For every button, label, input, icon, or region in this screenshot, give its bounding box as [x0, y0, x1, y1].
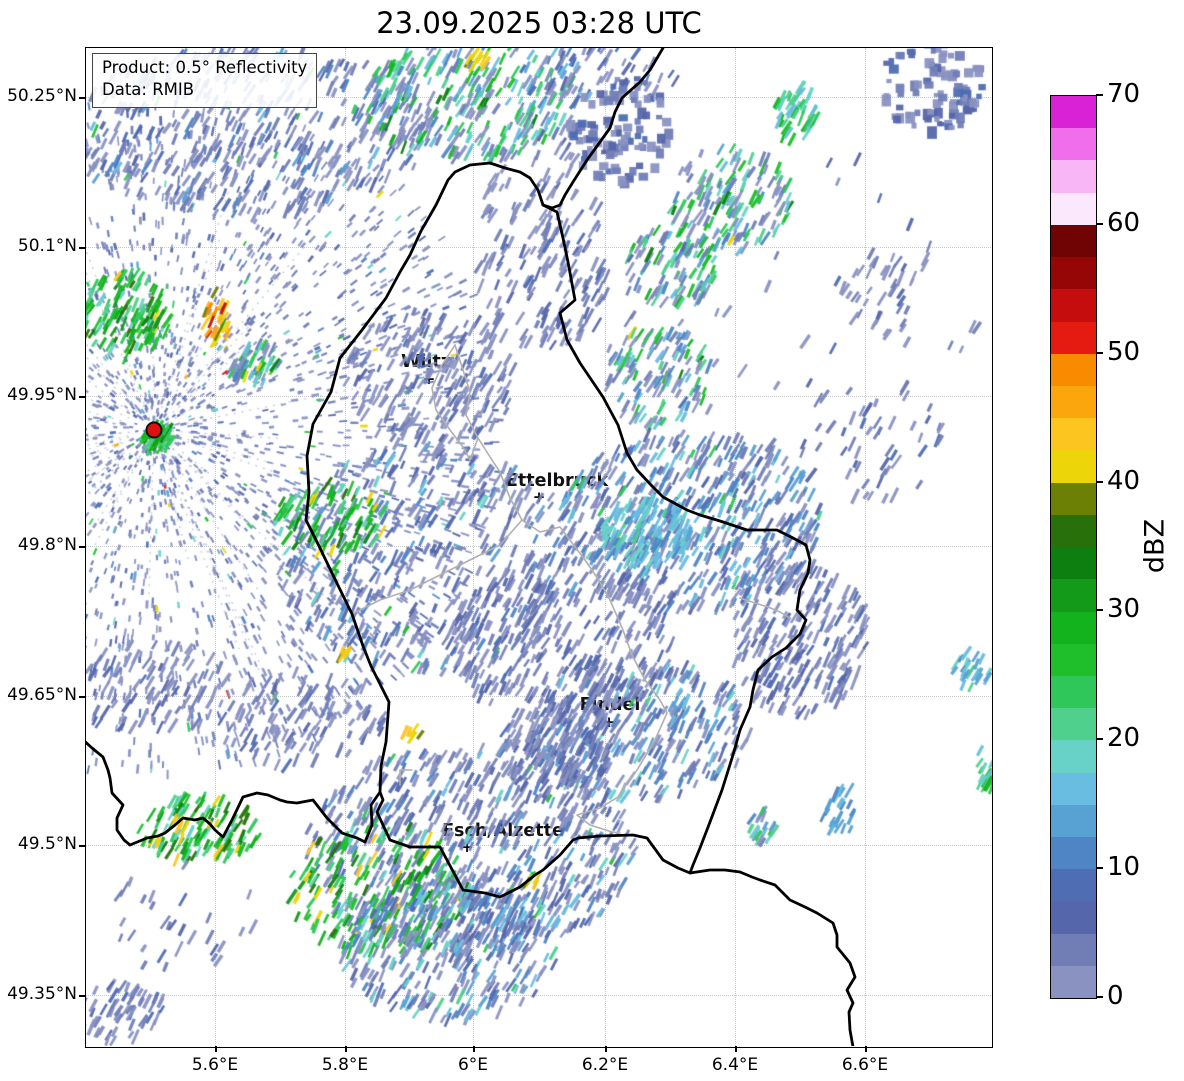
colorbar-band — [1051, 837, 1096, 870]
lat-tick-mark — [79, 696, 85, 698]
lon-tick-mark — [345, 1046, 347, 1052]
lon-tick-label: 5.6°E — [191, 1055, 239, 1075]
lat-tick-mark — [79, 995, 85, 997]
colorbar-band — [1051, 321, 1096, 354]
colorbar-tick-mark — [1096, 738, 1103, 741]
colorbar-band — [1051, 740, 1096, 773]
lon-tick-mark — [865, 1046, 867, 1052]
colorbar-band — [1051, 675, 1096, 709]
colorbar-band — [1051, 482, 1096, 515]
colorbar-unit-label: dBZ — [1139, 518, 1171, 574]
lat-tick-mark — [79, 396, 85, 398]
colorbar-tick-mark — [1096, 351, 1103, 354]
lon-tick-label: 5.8°E — [321, 1055, 369, 1075]
colorbar-tick-label: 0 — [1107, 980, 1124, 1011]
colorbar-band — [1051, 160, 1096, 193]
lat-tick-mark — [79, 845, 85, 847]
lat-tick-label: 50.1°N — [17, 236, 77, 256]
lat-tick-label: 49.65°N — [7, 685, 77, 705]
lon-tick-label: 6.6°E — [841, 1055, 889, 1075]
colorbar — [1050, 95, 1097, 999]
product-info-line1: Product: 0.5° Reflectivity — [102, 58, 308, 77]
radar-echo-canvas — [86, 48, 992, 1046]
colorbar-band — [1051, 579, 1096, 612]
colorbar-tick-mark — [1096, 996, 1103, 998]
lat-tick-label: 49.8°N — [17, 535, 77, 555]
colorbar-tick-label: 30 — [1107, 594, 1141, 625]
colorbar-band — [1051, 933, 1096, 966]
lon-tick-mark — [473, 1046, 475, 1052]
colorbar-band — [1051, 353, 1096, 386]
colorbar-band — [1051, 869, 1096, 902]
colorbar-tick-label: 50 — [1107, 336, 1141, 367]
radar-map-page: 23.09.2025 03:28 UTC Wiltz+Ettelbruck+Fi… — [0, 0, 1184, 1081]
colorbar-band — [1051, 128, 1096, 161]
colorbar-band — [1051, 385, 1096, 419]
colorbar-band — [1051, 192, 1096, 225]
colorbar-band — [1051, 965, 1096, 999]
lon-tick-label: 6.4°E — [711, 1055, 759, 1075]
lat-tick-mark — [79, 546, 85, 548]
colorbar-tick-label: 40 — [1107, 465, 1141, 496]
colorbar-band — [1051, 643, 1096, 676]
colorbar-band — [1051, 450, 1096, 483]
colorbar-band — [1051, 708, 1096, 741]
colorbar-band — [1051, 804, 1096, 838]
colorbar-tick-label: 10 — [1107, 851, 1141, 882]
product-info-box: Product: 0.5° Reflectivity Data: RMIB — [92, 53, 318, 108]
colorbar-tick-label: 20 — [1107, 723, 1141, 754]
lat-tick-label: 49.35°N — [7, 984, 77, 1004]
radar-site-marker — [145, 421, 163, 439]
colorbar-tick-mark — [1096, 867, 1103, 870]
colorbar-tick-mark — [1096, 609, 1103, 612]
lat-tick-label: 50.25°N — [7, 86, 77, 106]
colorbar-band — [1051, 514, 1096, 548]
colorbar-band — [1051, 418, 1096, 451]
colorbar-band — [1051, 96, 1096, 129]
colorbar-tick-mark — [1096, 222, 1103, 225]
colorbar-tick-label: 60 — [1107, 207, 1141, 238]
colorbar-band — [1051, 547, 1096, 580]
colorbar-band — [1051, 611, 1096, 644]
lon-tick-mark — [605, 1046, 607, 1052]
lat-tick-label: 49.95°N — [7, 385, 77, 405]
colorbar-band — [1051, 772, 1096, 805]
lon-tick-mark — [735, 1046, 737, 1052]
lat-tick-mark — [79, 97, 85, 99]
colorbar-band — [1051, 901, 1096, 934]
lat-tick-mark — [79, 247, 85, 249]
page-title: 23.09.2025 03:28 UTC — [376, 6, 702, 40]
colorbar-band — [1051, 224, 1096, 258]
lat-tick-label: 49.5°N — [17, 834, 77, 854]
lon-tick-label: 6.2°E — [581, 1055, 629, 1075]
colorbar-tick-label: 70 — [1107, 78, 1141, 109]
colorbar-tick-mark — [1096, 480, 1103, 483]
lon-tick-label: 6°E — [457, 1055, 489, 1075]
colorbar-band — [1051, 257, 1096, 290]
colorbar-tick-mark — [1096, 94, 1103, 96]
product-info-line2: Data: RMIB — [102, 80, 195, 100]
colorbar-band — [1051, 289, 1096, 322]
lon-tick-mark — [215, 1046, 217, 1052]
